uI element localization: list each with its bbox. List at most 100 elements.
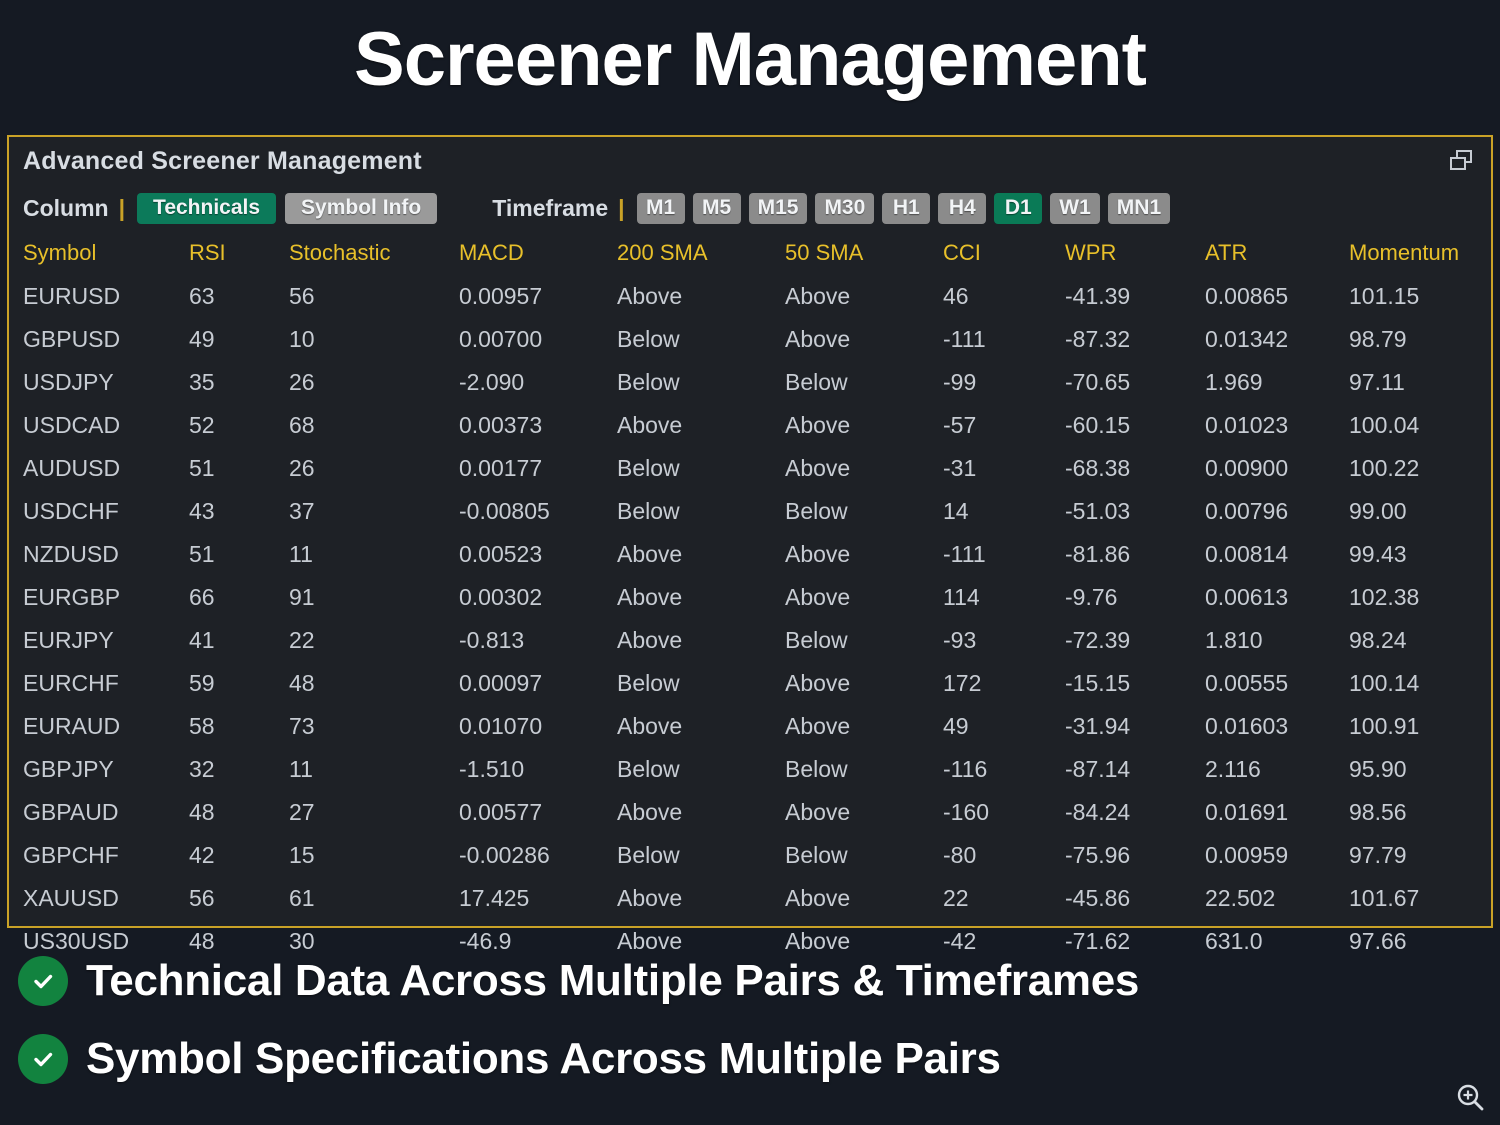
cell-stochastic: 61 (289, 885, 315, 911)
feature-bullets: Technical Data Across Multiple Pairs & T… (18, 942, 1478, 1098)
cell-atr: 0.00865 (1205, 283, 1289, 309)
timeframe-button-group: M1 M5 M15 M30 H1 H4 D1 W1 MN1 (636, 192, 1179, 224)
table-row[interactable]: GBPCHF 42 15 -0.00286 Below Below -80 -75.96 0.0… (9, 834, 1491, 877)
column-header-rsi[interactable]: RSI (175, 235, 275, 275)
table-row[interactable]: EURAUD 58 73 0.01070 Above Above 49 -31.94 0.016… (9, 705, 1491, 748)
cell-wpr: -87.14 (1065, 756, 1131, 782)
cell-wpr: -31.94 (1065, 713, 1131, 739)
cell-atr: 0.00555 (1205, 670, 1289, 696)
column-header-200-sma[interactable]: 200 SMA (603, 235, 771, 275)
timeframe-button-h4[interactable]: H4 (938, 192, 987, 224)
column-button-symbol-info[interactable]: Symbol Info (285, 192, 438, 224)
table-row[interactable]: GBPUSD 49 10 0.00700 Below Above -111 -87.32 0.0… (9, 318, 1491, 361)
table-row[interactable]: EURJPY 41 22 -0.813 Above Below -93 -72.39 1.810… (9, 619, 1491, 662)
table-row[interactable]: EURCHF 59 48 0.00097 Below Above 172 -15.15 0.00… (9, 662, 1491, 705)
cell-atr: 0.01342 (1205, 326, 1289, 352)
cell-macd: -0.00805 (459, 498, 550, 524)
cell-wpr: -70.65 (1065, 369, 1131, 395)
cell-rsi: 42 (189, 842, 215, 868)
timeframe-button-m30[interactable]: M30 (815, 192, 875, 224)
timeframe-separator: | (618, 194, 625, 221)
cell-wpr: -45.86 (1065, 885, 1131, 911)
cell-200-sma: Above (617, 412, 683, 438)
cell-stochastic: 11 (289, 756, 313, 782)
cell-50-sma: Below (785, 627, 848, 653)
timeframe-button-h1[interactable]: H1 (882, 192, 931, 224)
cell-wpr: -72.39 (1065, 627, 1131, 653)
column-button-technicals[interactable]: Technicals (137, 192, 277, 224)
cell-momentum: 100.22 (1349, 455, 1420, 481)
panel-header: Advanced Screener Management (9, 137, 1491, 185)
slide-root: Screener Management Advanced Screener Ma… (0, 0, 1500, 1125)
cell-wpr: -15.15 (1065, 670, 1131, 696)
cell-symbol: USDJPY (23, 369, 114, 395)
column-header-50-sma[interactable]: 50 SMA (771, 235, 929, 275)
cell-stochastic: 26 (289, 369, 315, 395)
cell-atr: 0.00814 (1205, 541, 1289, 567)
cell-symbol: NZDUSD (23, 541, 119, 567)
cell-momentum: 97.11 (1349, 369, 1405, 395)
cell-momentum: 100.14 (1349, 670, 1420, 696)
control-bar: Column | Technicals Symbol Info Timefram… (9, 185, 1491, 231)
cell-200-sma: Above (617, 885, 683, 911)
screener-table: Symbol RSI Stochastic MACD 200 SMA 50 SMA CCI W… (9, 235, 1491, 963)
table-row[interactable]: NZDUSD 51 11 0.00523 Above Above -111 -81.86 0.0… (9, 533, 1491, 576)
table-row[interactable]: EURUSD 63 56 0.00957 Above Above 46 -41.39 0.008… (9, 275, 1491, 318)
timeframe-button-m1[interactable]: M1 (636, 192, 685, 224)
table-row[interactable]: EURGBP 66 91 0.00302 Above Above 114 -9.76 0.006… (9, 576, 1491, 619)
cell-rsi: 43 (189, 498, 215, 524)
cell-cci: 49 (943, 713, 969, 739)
cell-cci: 14 (943, 498, 969, 524)
table-row[interactable]: GBPJPY 32 11 -1.510 Below Below -116 -87.14 2.11… (9, 748, 1491, 791)
timeframe-button-mn1[interactable]: MN1 (1107, 192, 1171, 224)
zoom-in-magnifier-icon[interactable] (1454, 1081, 1488, 1115)
table-row[interactable]: USDJPY 35 26 -2.090 Below Below -99 -70.65 1.969… (9, 361, 1491, 404)
timeframe-button-m15[interactable]: M15 (748, 192, 808, 224)
cell-rsi: 51 (189, 541, 215, 567)
cell-200-sma: Above (617, 713, 683, 739)
cell-cci: -116 (943, 756, 988, 782)
column-header-wpr[interactable]: WPR (1051, 235, 1191, 275)
table-row[interactable]: USDCAD 52 68 0.00373 Above Above -57 -60.15 0.01… (9, 404, 1491, 447)
column-header-atr[interactable]: ATR (1191, 235, 1335, 275)
table-header-row: Symbol RSI Stochastic MACD 200 SMA 50 SMA CCI W… (9, 235, 1491, 275)
cell-200-sma: Below (617, 756, 680, 782)
table-row[interactable]: GBPAUD 48 27 0.00577 Above Above -160 -84.24 0.0… (9, 791, 1491, 834)
cell-macd: -0.00286 (459, 842, 550, 868)
timeframe-button-w1[interactable]: W1 (1050, 192, 1100, 224)
cell-200-sma: Below (617, 369, 680, 395)
cell-50-sma: Above (785, 713, 851, 739)
cell-symbol: EURAUD (23, 713, 121, 739)
table-row[interactable]: AUDUSD 51 26 0.00177 Below Above -31 -68.38 0.00… (9, 447, 1491, 490)
cell-200-sma: Below (617, 326, 680, 352)
cell-50-sma: Below (785, 498, 848, 524)
cell-symbol: USDCAD (23, 412, 121, 438)
cell-wpr: -75.96 (1065, 842, 1131, 868)
cell-rsi: 35 (189, 369, 215, 395)
cell-stochastic: 73 (289, 713, 315, 739)
column-header-macd[interactable]: MACD (445, 235, 603, 275)
column-header-momentum[interactable]: Momentum (1335, 235, 1491, 275)
column-header-stochastic[interactable]: Stochastic (275, 235, 445, 275)
cell-200-sma: Below (617, 842, 680, 868)
cell-wpr: -9.76 (1065, 584, 1118, 610)
cell-rsi: 56 (189, 885, 215, 911)
cell-cci: -57 (943, 412, 977, 438)
table-row[interactable]: XAUUSD 56 61 17.425 Above Above 22 -45.86 22.502… (9, 877, 1491, 920)
cell-symbol: XAUUSD (23, 885, 119, 911)
cell-wpr: -87.32 (1065, 326, 1131, 352)
column-header-cci[interactable]: CCI (929, 235, 1051, 275)
cell-50-sma: Above (785, 283, 851, 309)
cell-50-sma: Above (785, 412, 851, 438)
timeframe-button-d1[interactable]: D1 (994, 192, 1043, 224)
cell-atr: 1.969 (1205, 369, 1263, 395)
cell-wpr: -51.03 (1065, 498, 1131, 524)
cell-stochastic: 26 (289, 455, 315, 481)
cell-50-sma: Below (785, 842, 848, 868)
cell-rsi: 32 (189, 756, 215, 782)
timeframe-button-m5[interactable]: M5 (692, 192, 741, 224)
table-row[interactable]: USDCHF 43 37 -0.00805 Below Below 14 -51.03 0.00… (9, 490, 1491, 533)
cell-symbol: AUDUSD (23, 455, 121, 481)
column-header-symbol[interactable]: Symbol (9, 235, 175, 275)
restore-window-icon[interactable] (1447, 147, 1477, 175)
